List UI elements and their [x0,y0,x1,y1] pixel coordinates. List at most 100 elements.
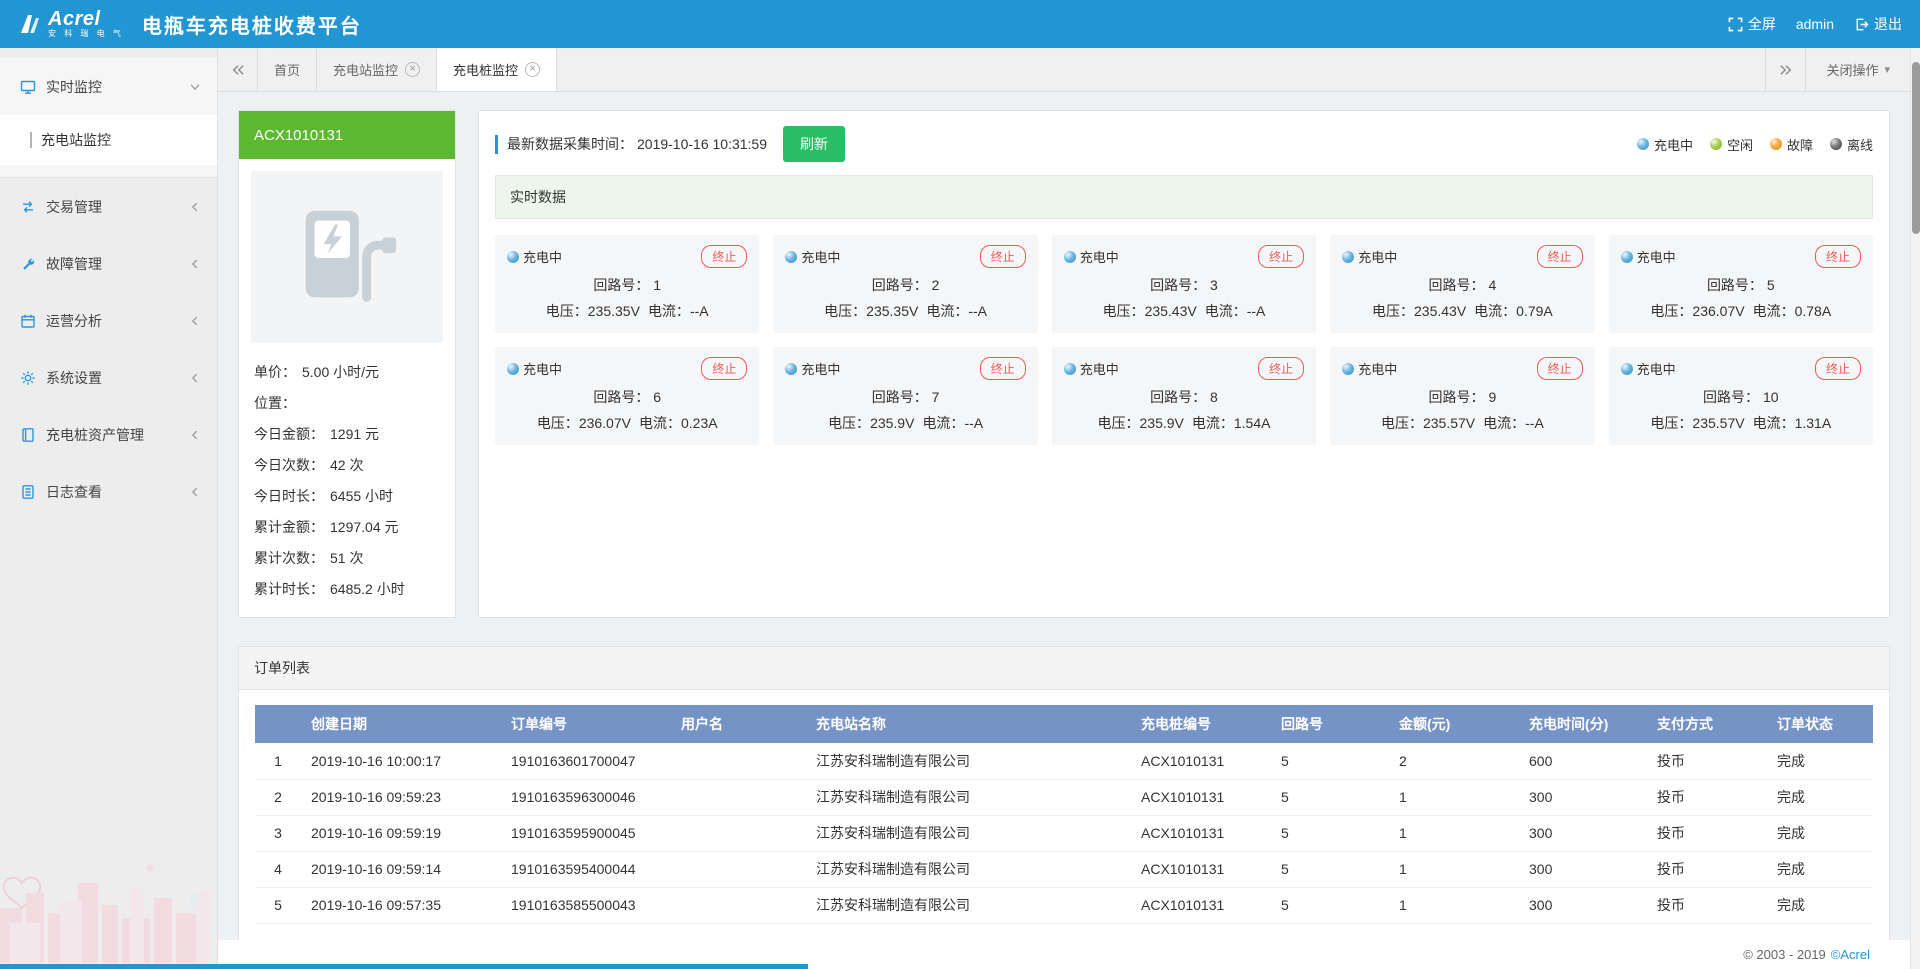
sidebar-item-system-settings[interactable]: 系统设置 [0,349,217,406]
tab-charging-station-monitor[interactable]: 充电站监控 × [317,48,437,91]
calendar-icon [20,313,36,329]
charging-pile-icon [288,198,406,316]
order-row[interactable]: 3 2019-10-16 09:59:19 1910163595900045 江… [255,815,1873,851]
circuit-card: 充电中 终止 回路号： 2 电压：235.35V电流：--A [773,235,1037,333]
voltage-value: 235.43V [1414,303,1466,319]
sidebar-item-label: 系统设置 [46,368,102,388]
terminate-button[interactable]: 终止 [1537,245,1583,268]
refresh-button[interactable]: 刷新 [783,126,845,162]
terminate-button[interactable]: 终止 [1537,357,1583,380]
horizontal-scrollbar-thumb[interactable] [0,964,808,969]
circuit-number-line: 回路号： 1 [507,275,747,295]
voltage-value: 235.57V [1423,415,1475,431]
terminate-button[interactable]: 终止 [1258,245,1304,268]
terminate-button[interactable]: 终止 [701,245,747,268]
gear-icon [20,370,36,386]
terminate-button[interactable]: 终止 [1815,357,1861,380]
close-operations-button[interactable]: 关闭操作 ▾ [1805,48,1910,91]
tabs-scroll-right-button[interactable] [1765,48,1805,91]
tab-close-icon[interactable]: × [525,62,540,77]
orders-section-title: 订单列表 [239,647,1889,690]
stat-label: 今日金额： [254,419,324,450]
order-row[interactable]: 4 2019-10-16 09:59:14 1910163595400044 江… [255,851,1873,887]
tab-home[interactable]: 首页 [258,48,317,91]
order-payment: 投币 [1647,743,1767,779]
circuit-measurements: 电压：235.57V电流：--A [1342,413,1582,433]
stat-row-today-duration: 今日时长： 6455 小时 [254,481,440,512]
copyright-text: © 2003 - 2019 [1743,947,1826,962]
tab-label: 充电桩监控 [453,60,518,79]
current-label: 电流： [1753,303,1795,319]
sidebar-item-pile-asset-management[interactable]: 充电桩资产管理 [0,406,217,463]
order-circuit: 5 [1271,815,1389,851]
vertical-scrollbar-thumb[interactable] [1912,62,1920,234]
sidebar-item-realtime-monitor[interactable]: 实时监控 [0,58,217,115]
tab-bar: 首页 充电站监控 × 充电桩监控 × 关闭操作 ▾ [218,48,1910,92]
charging-status-dot [1621,363,1633,375]
circuit-number-value: 9 [1488,389,1496,405]
terminate-button[interactable]: 终止 [701,357,747,380]
column-header-pile: 充电桩编号 [1131,705,1271,743]
logout-button[interactable]: 退出 [1854,14,1902,34]
stat-row-today-amount: 今日金额： 1291 元 [254,419,440,450]
circuit-status-label: 充电中 [523,359,562,378]
fullscreen-button[interactable]: 全屏 [1728,14,1776,34]
order-pile: ACX1010131 [1131,779,1271,815]
terminate-button[interactable]: 终止 [980,357,1026,380]
orders-panel: 订单列表 创建日期 订单编号 用户名 充电站名称 充电桩编号 回路号 金额(元) [238,646,1890,955]
current-value: 1.54A [1234,415,1271,431]
stat-label: 累计金额： [254,512,324,543]
chevron-left-icon [189,429,201,441]
circuit-number-line: 回路号： 7 [785,387,1025,407]
current-value: --A [968,303,987,319]
sidebar-item-fault-management[interactable]: 故障管理 [0,235,217,292]
sidebar-item-operations-analysis[interactable]: 运营分析 [0,292,217,349]
order-created: 2019-10-16 09:59:23 [301,779,501,815]
tabs-scroll-left-button[interactable] [218,48,258,91]
circuit-number-label: 回路号： [593,277,649,293]
circuit-measurements: 电压：235.43V电流：0.79A [1342,301,1582,321]
vertical-scrollbar[interactable] [1910,48,1920,969]
order-row[interactable]: 5 2019-10-16 09:57:35 1910163585500043 江… [255,887,1873,923]
order-user [671,779,806,815]
stat-label: 位置： [254,388,296,419]
order-pile: ACX1010131 [1131,815,1271,851]
charging-status-dot [507,251,519,263]
current-label: 电流： [1753,415,1795,431]
circuit-number-line: 回路号： 10 [1621,387,1861,407]
order-row[interactable]: 2 2019-10-16 09:59:23 1910163596300046 江… [255,779,1873,815]
wrench-icon [20,256,36,272]
charging-status-dot [1064,363,1076,375]
voltage-value: 235.9V [1140,415,1184,431]
terminate-button[interactable]: 终止 [980,245,1026,268]
order-status: 完成 [1767,779,1873,815]
circuit-number-label: 回路号： [1150,389,1206,405]
order-amount: 1 [1389,779,1519,815]
voltage-label: 电压： [537,415,579,431]
terminate-button[interactable]: 终止 [1258,357,1304,380]
sidebar-item-label: 日志查看 [46,482,102,502]
stat-label: 累计次数： [254,543,324,574]
voltage-label: 电压： [1372,303,1414,319]
voltage-label: 电压： [824,303,866,319]
circuit-number-line: 回路号： 2 [785,275,1025,295]
page-title: 电瓶车充电桩收费平台 [142,10,362,39]
current-label: 电流： [648,303,690,319]
stat-value: 42 次 [330,450,363,481]
tab-charging-pile-monitor[interactable]: 充电桩监控 × [437,48,557,91]
tab-close-icon[interactable]: × [405,62,420,77]
sidebar-item-log-viewer[interactable]: 日志查看 [0,463,217,520]
row-index: 2 [255,779,301,815]
charging-status-dot [1064,251,1076,263]
sidebar-item-charging-station-monitor[interactable]: 充电站监控 [0,115,217,165]
collect-time-label: 最新数据采集时间： [507,134,633,154]
sidebar-item-transaction-management[interactable]: 交易管理 [0,178,217,235]
user-menu[interactable]: admin [1796,16,1834,32]
subitem-marker [30,132,32,148]
order-row[interactable]: 1 2019-10-16 10:00:17 1910163601700047 江… [255,743,1873,779]
brand-link[interactable]: ©Acrel [1831,947,1870,962]
order-minutes: 300 [1519,815,1647,851]
voltage-value: 236.07V [579,415,631,431]
sidebar-item-label: 实时监控 [46,77,102,97]
terminate-button[interactable]: 终止 [1815,245,1861,268]
